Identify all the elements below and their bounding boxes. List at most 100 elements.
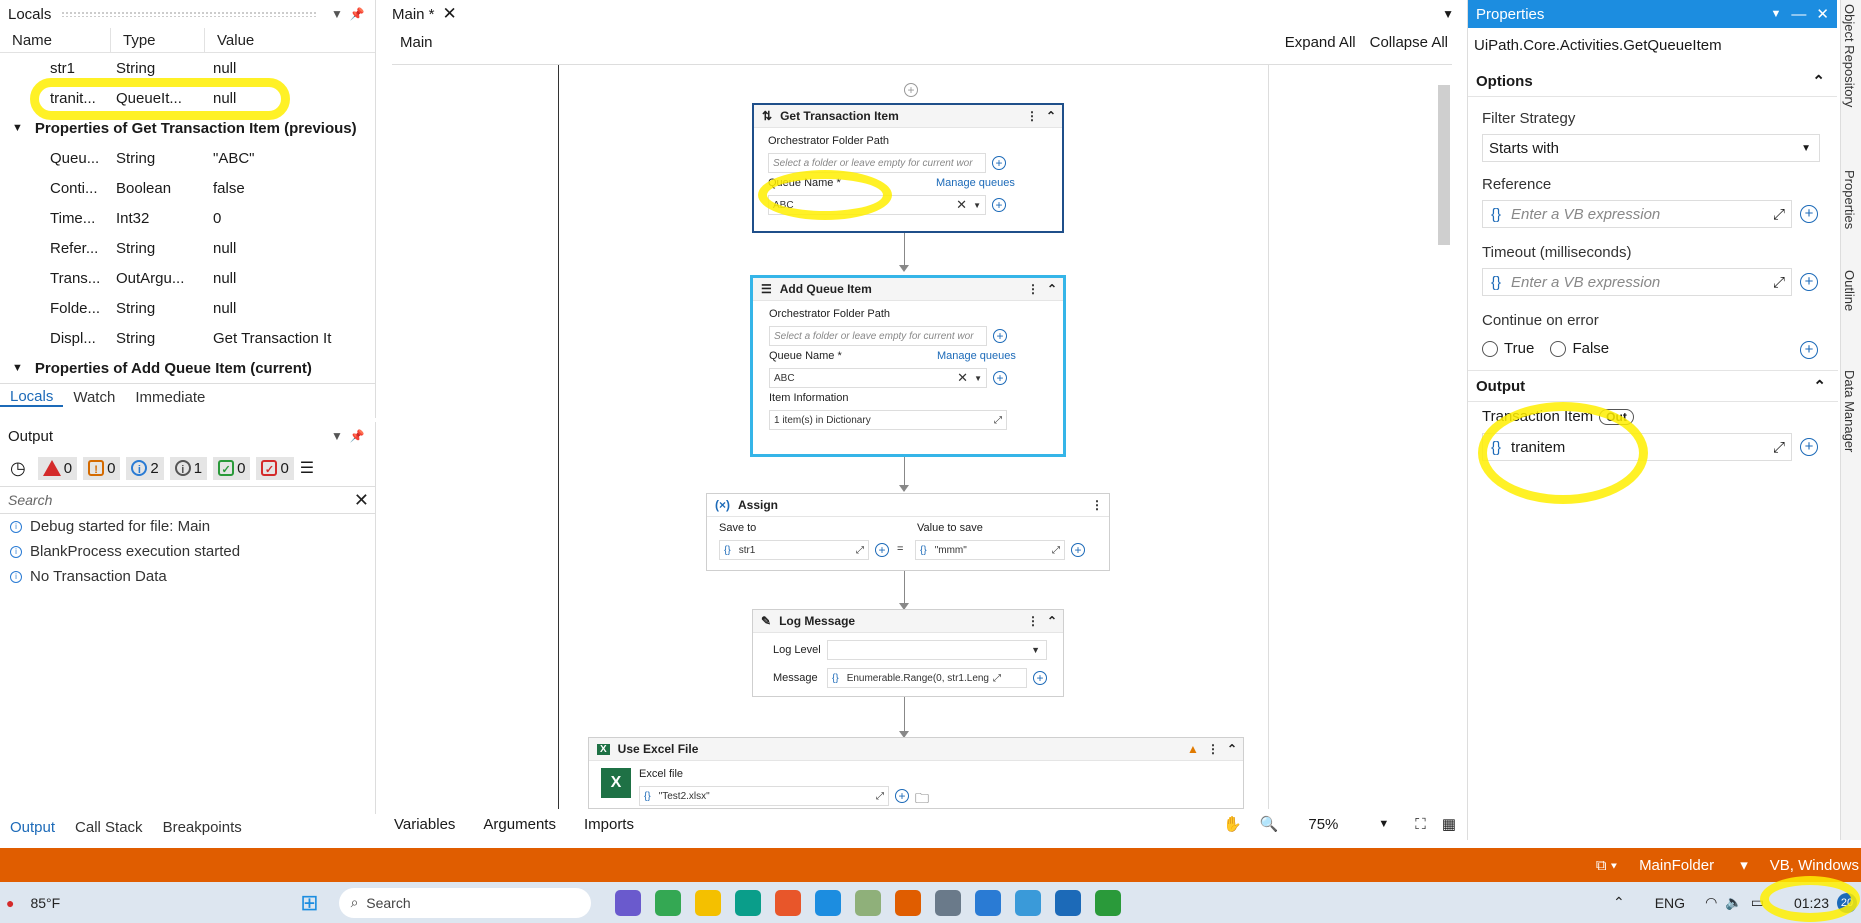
add-icon[interactable]: + <box>992 198 1006 212</box>
tab-arguments[interactable]: Arguments <box>483 816 556 833</box>
group-current[interactable]: ▼ Properties of Add Queue Item (current) <box>0 353 375 383</box>
more-icon[interactable]: ⋮ <box>1091 498 1103 512</box>
expand-icon[interactable]: ⤢ <box>993 673 1001 684</box>
prop-row[interactable]: Refer... String null <box>0 233 375 263</box>
prop-row[interactable]: Trans... OutArgu... null <box>0 263 375 293</box>
app-icon[interactable] <box>974 889 1001 916</box>
close-icon[interactable]: ✕ <box>443 4 457 24</box>
windows-start-icon[interactable]: ⊞ <box>300 890 318 916</box>
col-value[interactable]: Value <box>205 28 367 52</box>
chevron-down-icon[interactable]: ▼ <box>12 122 23 134</box>
collapse-icon[interactable]: ⌃ <box>1227 742 1237 756</box>
chevron-down-icon[interactable]: ▼ <box>1378 818 1389 830</box>
uipath-icon[interactable] <box>894 889 921 916</box>
queue-name-input[interactable]: ABC ✕ ▼ <box>769 368 987 388</box>
add-icon[interactable]: + <box>1071 543 1085 557</box>
add-icon[interactable]: + <box>875 543 889 557</box>
workflow-canvas[interactable]: + ⇅ Get Transaction Item ⋮ ⌃ Orchestrator F… <box>392 64 1452 809</box>
true-radio[interactable] <box>1482 341 1498 358</box>
close-icon[interactable]: ✕ <box>354 490 369 511</box>
tab-breakpoints[interactable]: Breakpoints <box>153 819 252 836</box>
add-icon[interactable]: + <box>1800 438 1818 456</box>
close-icon[interactable]: ✕ <box>1816 5 1829 23</box>
col-name[interactable]: Name <box>0 28 111 52</box>
app-icon[interactable] <box>1094 889 1121 916</box>
weather-temp[interactable]: 85°F <box>30 895 60 911</box>
document-tab[interactable]: Main * ✕ ▼ <box>384 0 1460 28</box>
output-section[interactable]: Output ⌃ <box>1468 370 1838 402</box>
prop-row[interactable]: Time... Int32 0 <box>0 203 375 233</box>
wifi-icon[interactable]: ◠ <box>1705 894 1717 911</box>
log-level-select[interactable]: ▼ <box>827 640 1047 660</box>
add-icon[interactable]: + <box>1800 273 1818 291</box>
tab-watch[interactable]: Watch <box>63 389 125 406</box>
app-icon[interactable] <box>814 889 841 916</box>
tab-imports[interactable]: Imports <box>584 816 634 833</box>
more-icon[interactable]: ⋮ <box>1026 109 1038 123</box>
chrome-icon[interactable] <box>654 889 681 916</box>
add-icon[interactable]: + <box>993 371 1007 385</box>
failed-filter[interactable]: ✓ 0 <box>256 456 294 480</box>
prop-row[interactable]: Conti... Boolean false <box>0 173 375 203</box>
rail-tab-data-manager[interactable]: Data Manager <box>1842 370 1857 452</box>
add-icon[interactable]: + <box>1800 205 1818 223</box>
taskbar-search[interactable]: ⌕ Search <box>338 887 591 918</box>
collapse-icon[interactable]: ⌃ <box>1047 614 1057 628</box>
fit-icon[interactable]: ⛶ <box>1415 816 1426 833</box>
add-queue-item-activity[interactable]: ☰ Add Queue Item ⋮ ⌃ Orchestrator Folder Pa… <box>750 275 1066 457</box>
close-icon[interactable]: ✕ <box>957 370 968 386</box>
add-icon[interactable]: + <box>992 156 1006 170</box>
warning-filter[interactable]: ! 0 <box>83 456 121 480</box>
scrollbar[interactable] <box>1438 85 1450 245</box>
edge-icon[interactable] <box>734 889 761 916</box>
breadcrumb[interactable]: Main <box>400 34 433 51</box>
chevron-down-icon[interactable]: ▼ <box>12 362 23 374</box>
studio-icon[interactable] <box>774 889 801 916</box>
chevron-down-icon[interactable]: ▼ <box>1442 7 1454 21</box>
success-filter[interactable]: ✓ 0 <box>213 456 251 480</box>
false-radio[interactable] <box>1550 341 1567 358</box>
list-options-icon[interactable]: ☰ <box>300 458 314 478</box>
clock-icon[interactable]: ◷ <box>10 458 26 479</box>
tab-call-stack[interactable]: Call Stack <box>65 819 153 836</box>
trace-filter[interactable]: i1 <box>169 456 208 480</box>
hand-icon[interactable]: ✋ <box>1223 815 1242 833</box>
outlook-icon[interactable] <box>1054 889 1081 916</box>
expand-icon[interactable]: ⤢ <box>856 545 864 556</box>
timeout-input[interactable]: {} Enter a VB expression ⤢ <box>1482 268 1792 296</box>
expand-icon[interactable]: ⤢ <box>1773 274 1785 291</box>
save-to-input[interactable]: {} str1 ⤢ <box>719 540 869 560</box>
chevron-down-icon[interactable]: ▼ <box>1771 8 1782 20</box>
rail-tab-properties[interactable]: Properties <box>1842 170 1857 229</box>
filter-strategy-select[interactable]: Starts with ▼ <box>1482 134 1820 162</box>
add-icon[interactable]: + <box>895 789 909 803</box>
add-activity-icon[interactable]: + <box>904 83 918 97</box>
tab-output[interactable]: Output <box>0 819 65 836</box>
info-filter[interactable]: i2 <box>126 456 164 480</box>
add-icon[interactable]: + <box>993 329 1007 343</box>
expand-icon[interactable]: ⤢ <box>876 791 884 802</box>
source-control-icon[interactable]: ⧉ ▾ <box>1596 857 1617 874</box>
expand-icon[interactable]: ⤢ <box>1773 206 1785 223</box>
close-icon[interactable]: ✕ <box>956 197 967 213</box>
chevron-down-icon[interactable]: ▼ <box>327 429 347 443</box>
options-section[interactable]: Options ⌃ <box>1468 66 1837 97</box>
value-to-save-input[interactable]: {} "mmm" ⤢ <box>915 540 1065 560</box>
rail-tab-object-repository[interactable]: Object Repository <box>1842 4 1857 107</box>
log-message-activity[interactable]: ✎ Log Message ⋮ ⌃ Log Level ▼ Message {} Enu… <box>752 609 1064 697</box>
minimize-icon[interactable]: — <box>1791 6 1806 23</box>
expand-icon[interactable]: ⤢ <box>1773 439 1785 456</box>
assign-activity[interactable]: (×) Assign ⋮ Save to Value to save {} str1 ⤢… <box>706 493 1110 571</box>
file-explorer-icon[interactable] <box>694 889 721 916</box>
prop-row[interactable]: Folde... String null <box>0 293 375 323</box>
output-search[interactable]: Search ✕ <box>0 486 375 514</box>
collapse-all-button[interactable]: Collapse All <box>1370 34 1448 51</box>
search-input[interactable]: Search <box>8 492 354 508</box>
use-excel-file-activity[interactable]: X Use Excel File ▲ ⋮ ⌃ X Excel file {} "Test2… <box>588 737 1244 809</box>
app-icon[interactable] <box>1014 889 1041 916</box>
expand-icon[interactable]: ⤢ <box>1052 545 1060 556</box>
input-language[interactable]: ENG <box>1655 895 1685 911</box>
tray-chevron-icon[interactable]: ⌃ <box>1613 894 1625 911</box>
folder-path-input[interactable]: Select a folder or leave empty for curre… <box>768 153 986 173</box>
chevron-down-icon[interactable]: ▼ <box>974 374 982 383</box>
